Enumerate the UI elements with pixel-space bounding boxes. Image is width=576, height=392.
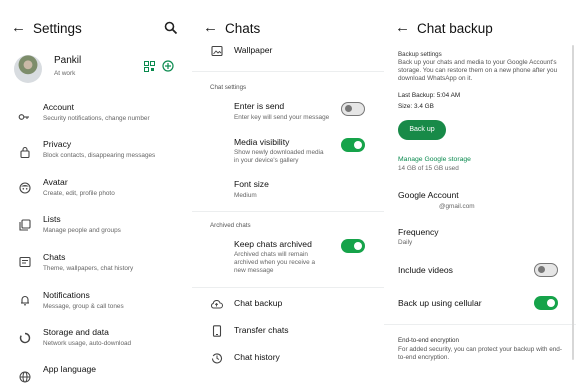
archived-chats-header: Archived chats [210, 222, 251, 229]
chat-history-label: Chat history [234, 352, 280, 362]
include-videos-toggle[interactable] [534, 263, 558, 277]
last-backup-time: Last Backup: 5:04 AM [398, 92, 461, 99]
settings-item-label: Storage and data [43, 327, 109, 337]
avatar-icon [19, 182, 31, 194]
manage-google-storage-link[interactable]: Manage Google storage [398, 156, 471, 164]
globe-icon [19, 371, 31, 383]
page-title: Settings [33, 21, 82, 36]
settings-item-subtitle: Manage people and groups [43, 227, 121, 234]
settings-item-label: Lists [43, 214, 61, 224]
page-title: Chats [225, 21, 261, 36]
settings-item-label: Avatar [43, 177, 68, 187]
profile-status: At work [54, 70, 76, 77]
settings-item-label: Account [43, 102, 75, 112]
settings-item-subtitle: Security notifications, change number [43, 115, 150, 122]
settings-item-label: App language [43, 364, 97, 374]
wallpaper-label: Wallpaper [234, 45, 273, 55]
chat-settings-header: Chat settings [210, 84, 247, 91]
divider [192, 211, 384, 212]
backup-description: Back up your chats and media to your Goo… [398, 59, 558, 82]
settings-item-subtitle: Block contacts, disappearing messages [43, 152, 156, 159]
settings-item-label: Chats [43, 252, 66, 262]
history-icon [211, 353, 223, 364]
settings-item-subtitle: Network usage, auto-download [43, 340, 132, 347]
scrollbar[interactable] [572, 45, 574, 360]
settings-item-label: Notifications [43, 290, 90, 300]
chat-icon [19, 256, 31, 268]
cellular-backup-label: Back up using cellular [398, 298, 482, 308]
lists-icon [19, 219, 31, 231]
e2e-description: For added security, you can protect your… [398, 346, 562, 361]
enter-is-send-subtitle: Enter key will send your message [234, 114, 330, 121]
chat-backup-screen: ← Chat backup Backup settings Back up yo… [384, 0, 576, 392]
back-up-button[interactable]: Back up [398, 120, 446, 140]
chat-backup-label: Chat backup [234, 298, 283, 308]
qr-code-icon[interactable] [144, 61, 155, 72]
back-arrow-icon[interactable]: ← [203, 20, 218, 36]
font-size-label: Font size [234, 179, 269, 189]
divider [192, 287, 384, 288]
settings-item-subtitle: Create, edit, profile photo [43, 190, 115, 197]
settings-item-label: Privacy [43, 139, 72, 149]
keep-archived-label: Keep chats archived [234, 239, 312, 249]
keep-archived-toggle[interactable] [341, 239, 365, 253]
keep-archived-subtitle: Archived chats will remain archived when… [234, 251, 315, 274]
divider [192, 71, 384, 72]
google-account-value: @gmail.com [439, 203, 475, 210]
google-account-label: Google Account [398, 190, 459, 200]
search-icon[interactable] [164, 21, 178, 35]
wallpaper-icon [211, 45, 223, 57]
frequency-label: Frequency [398, 227, 439, 237]
transfer-chats-label: Transfer chats [234, 325, 289, 335]
avatar[interactable] [14, 55, 42, 83]
enter-is-send-toggle[interactable] [341, 102, 365, 116]
media-visibility-toggle[interactable] [341, 138, 365, 152]
bell-icon [21, 296, 29, 306]
backup-settings-header: Backup settings [398, 51, 442, 58]
page-title: Chat backup [417, 21, 493, 36]
storage-icon [19, 332, 31, 344]
lock-icon [20, 146, 30, 158]
back-arrow-icon[interactable]: ← [11, 20, 26, 36]
divider [384, 324, 576, 325]
settings-item-subtitle: Theme, wallpapers, chat history [43, 265, 134, 272]
backup-size: Size: 3.4 GB [398, 103, 434, 110]
settings-item-subtitle: Message, group & call tones [43, 303, 124, 310]
include-videos-label: Include videos [398, 265, 453, 275]
settings-screen: ← Settings Pankil At work Account Securi… [0, 0, 192, 392]
media-visibility-label: Media visibility [234, 137, 290, 147]
frequency-value: Daily [398, 239, 413, 246]
back-arrow-icon[interactable]: ← [395, 20, 410, 36]
chats-settings-screen: ← Chats Wallpaper Chat settings Enter is… [192, 0, 384, 392]
phone-transfer-icon [212, 325, 222, 337]
profile-name: Pankil [54, 55, 82, 66]
cloud-backup-icon [211, 300, 223, 309]
media-visibility-subtitle: Show newly downloaded media in your devi… [234, 149, 324, 164]
add-icon[interactable] [162, 60, 174, 72]
e2e-header: End-to-end encryption [398, 337, 459, 344]
enter-is-send-label: Enter is send [234, 101, 285, 111]
storage-used: 14 GB of 15 GB used [398, 165, 459, 172]
font-size-value: Medium [234, 192, 257, 199]
cellular-backup-toggle[interactable] [534, 296, 558, 310]
key-icon [18, 114, 29, 120]
